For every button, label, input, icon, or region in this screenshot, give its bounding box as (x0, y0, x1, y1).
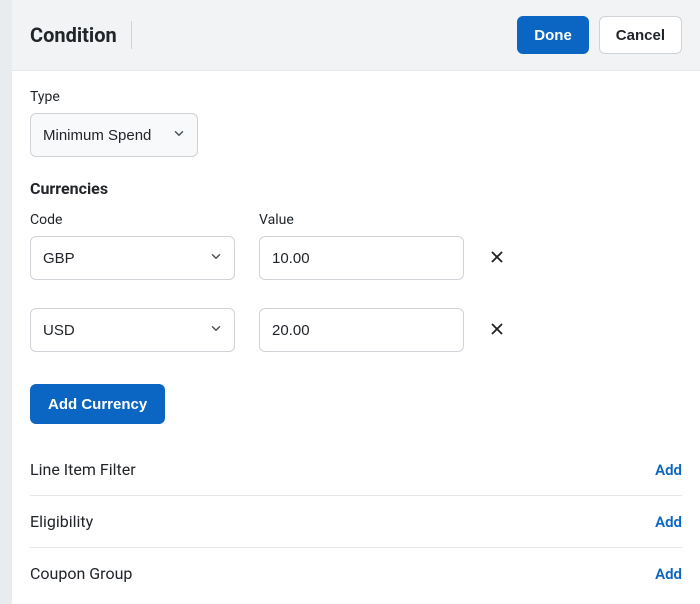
section-row-eligibility: Eligibility Add (30, 496, 682, 548)
currencies-title: Currencies (30, 179, 682, 198)
header-actions: Done Cancel (517, 16, 682, 54)
section-row-coupon-group: Coupon Group Add (30, 548, 682, 599)
add-coupon-group-link[interactable]: Add (655, 565, 682, 583)
value-column-label: Value (259, 212, 464, 228)
add-eligibility-link[interactable]: Add (655, 513, 682, 531)
remove-currency-button[interactable] (482, 314, 512, 347)
code-column-label: Code (30, 212, 235, 228)
section-label: Line Item Filter (30, 460, 136, 479)
currency-row: GBP (30, 236, 682, 280)
type-select[interactable]: Minimum Spend (30, 113, 198, 157)
remove-currency-button[interactable] (482, 242, 512, 275)
currency-column-headers: Code Value (30, 212, 682, 228)
section-row-line-item-filter: Line Item Filter Add (30, 444, 682, 496)
add-line-item-filter-link[interactable]: Add (655, 461, 682, 479)
add-currency-button[interactable]: Add Currency (30, 384, 165, 424)
modal-header: Condition Done Cancel (12, 0, 700, 71)
type-label: Type (30, 89, 682, 105)
currency-code-select[interactable]: GBP (30, 236, 235, 280)
close-icon (488, 248, 506, 269)
section-label: Eligibility (30, 512, 93, 531)
cancel-button[interactable]: Cancel (599, 16, 682, 54)
currency-value-input[interactable] (259, 308, 464, 352)
section-label: Coupon Group (30, 564, 132, 583)
close-icon (488, 320, 506, 341)
page-title: Condition (30, 21, 132, 49)
currency-value-input[interactable] (259, 236, 464, 280)
done-button[interactable]: Done (517, 16, 589, 54)
currency-row: USD (30, 308, 682, 352)
currency-code-select[interactable]: USD (30, 308, 235, 352)
